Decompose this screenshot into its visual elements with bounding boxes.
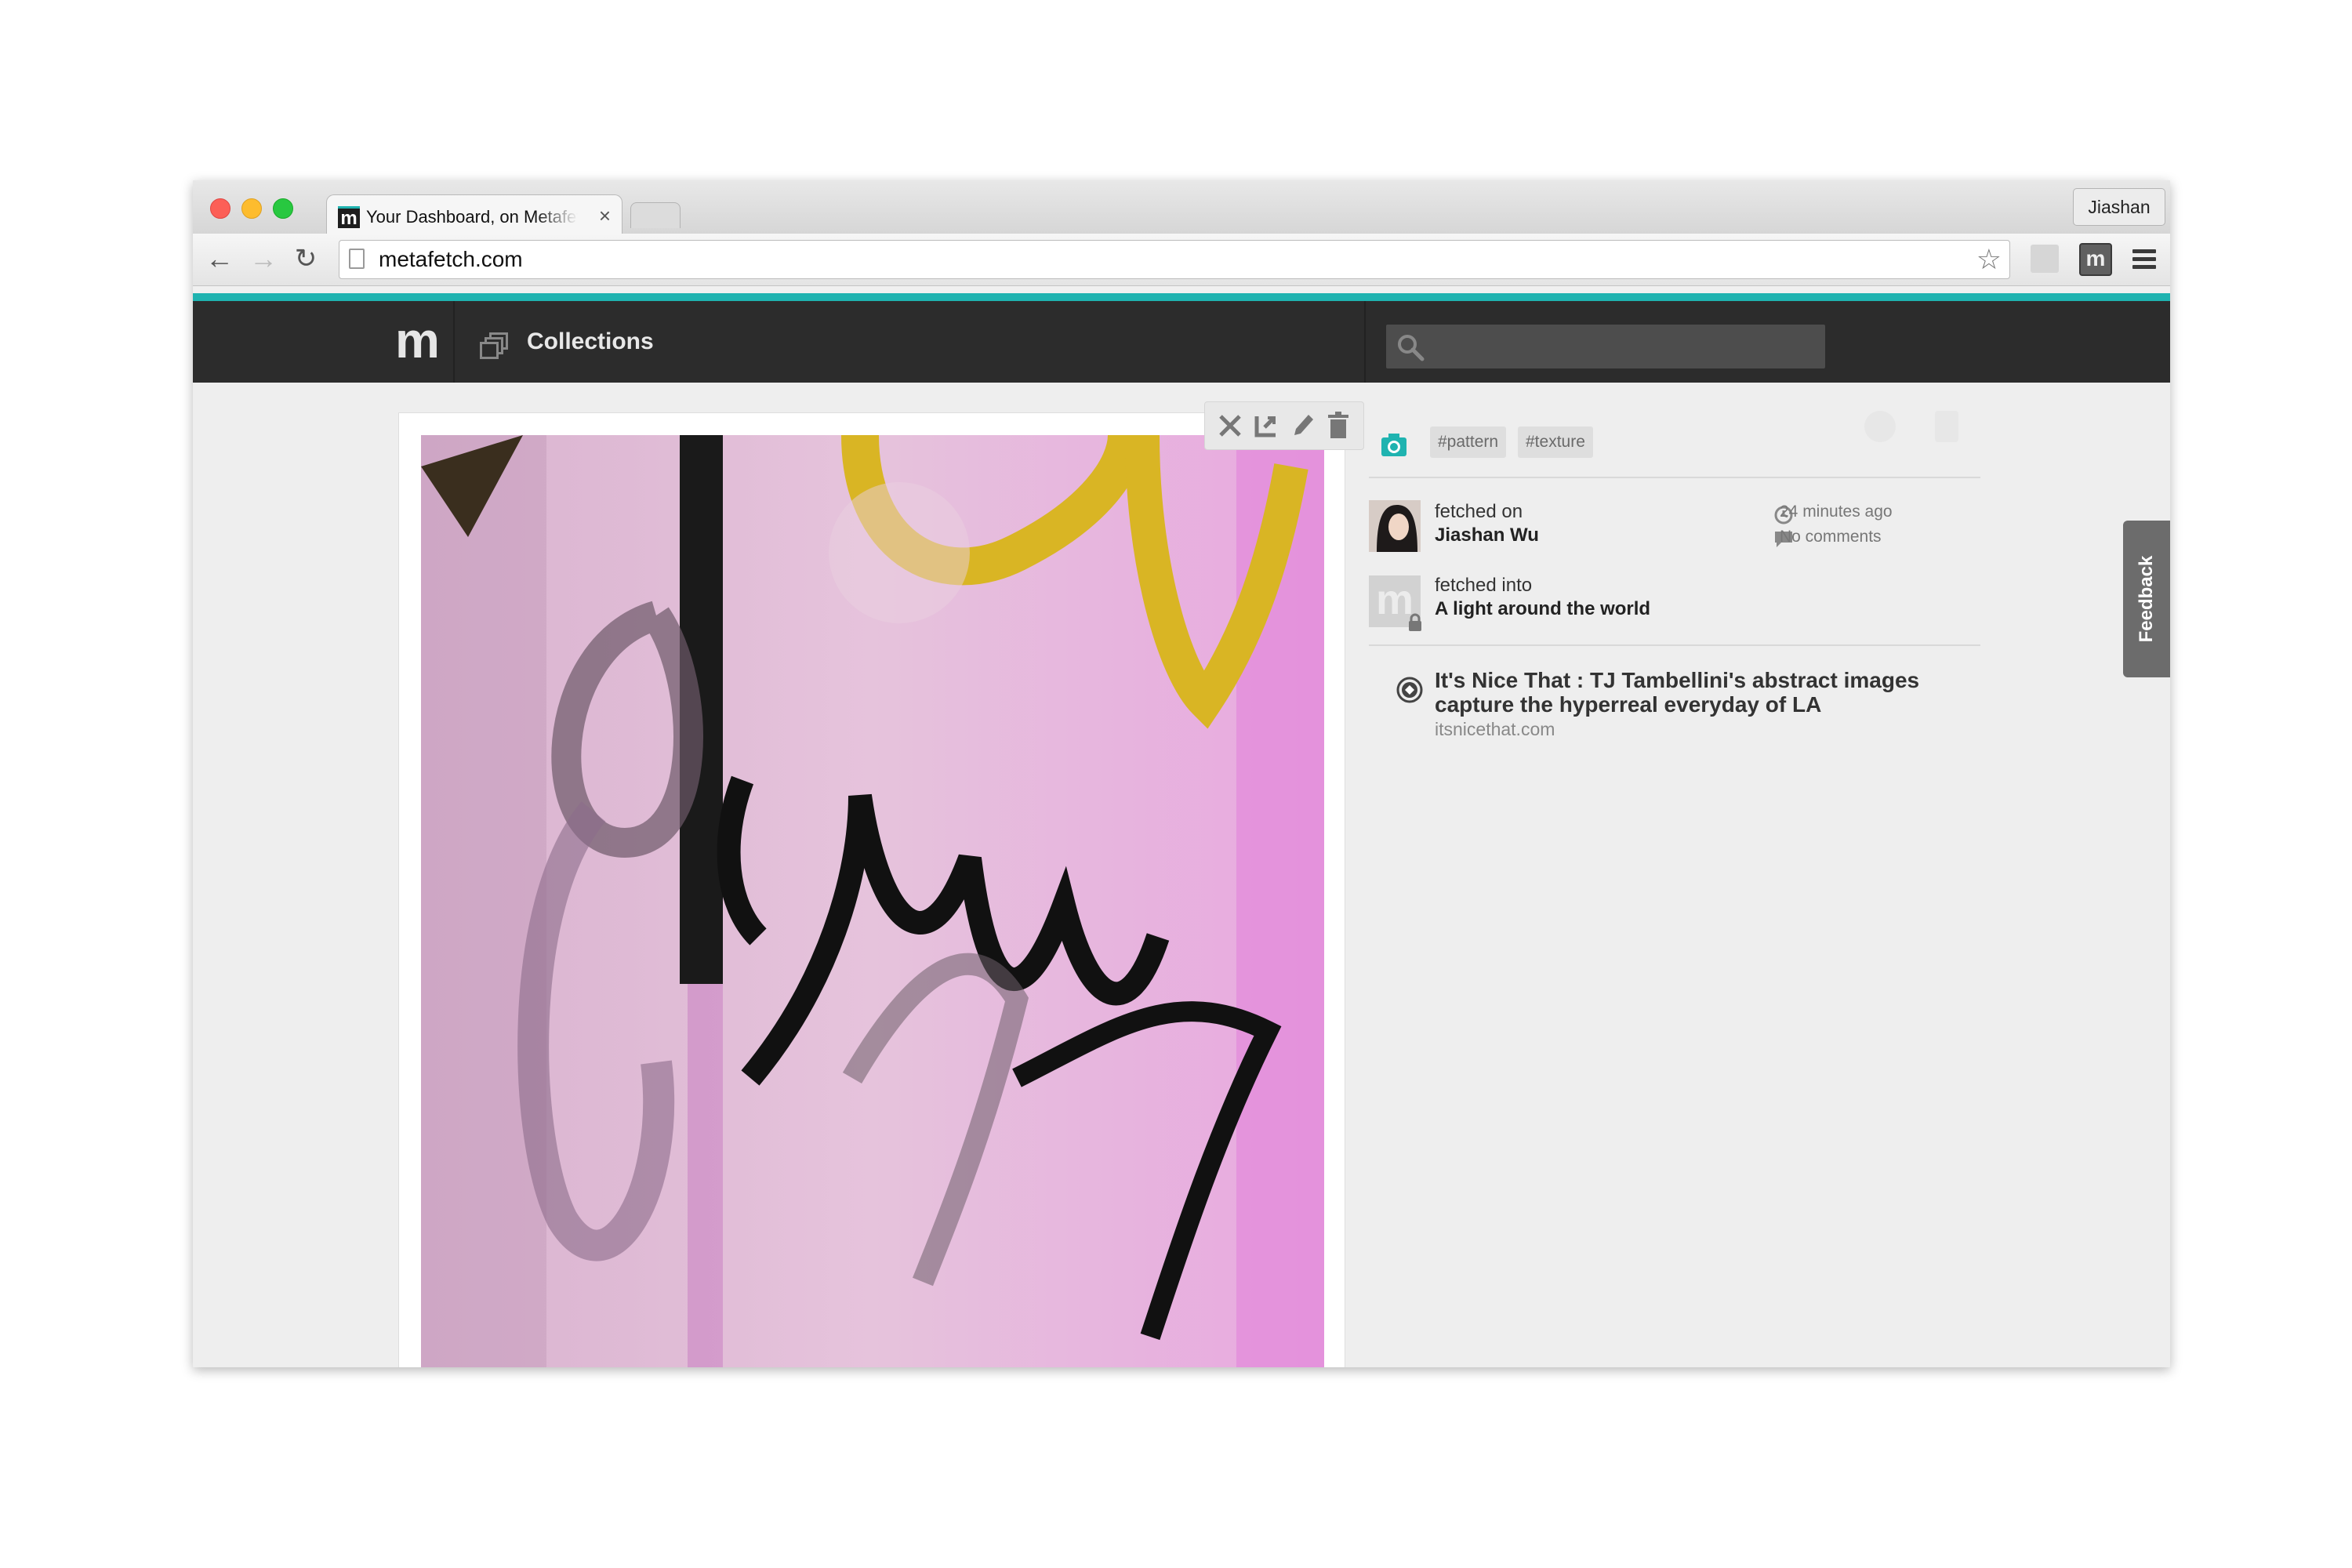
- close-window-button[interactable]: [210, 198, 230, 219]
- source-article-title[interactable]: It's Nice That : TJ Tambellini's abstrac…: [1435, 668, 1984, 717]
- edit-pencil-icon[interactable]: [1287, 410, 1318, 441]
- source-site-icon: [1396, 677, 1423, 703]
- header-divider: [453, 301, 455, 383]
- camera-icon: [1381, 434, 1406, 456]
- minimize-window-button[interactable]: [241, 198, 262, 219]
- profile-button[interactable]: Jiashan: [2073, 188, 2165, 226]
- search-icon: [1398, 335, 1425, 361]
- tab-close-icon[interactable]: ×: [599, 205, 611, 227]
- image-card: [398, 412, 1345, 1367]
- comment-count[interactable]: No comments: [1780, 527, 1882, 547]
- feedback-tab[interactable]: Feedback: [2123, 521, 2170, 677]
- tag-texture[interactable]: #texture: [1518, 426, 1593, 458]
- private-lock-icon: [1409, 613, 1421, 631]
- new-tab-button[interactable]: [630, 202, 681, 228]
- metafetch-logo[interactable]: m: [395, 312, 440, 368]
- tab-title: Your Dashboard, on Metafetch: [366, 207, 578, 227]
- browser-window: m Your Dashboard, on Metafetch × Jiashan…: [193, 180, 2170, 1367]
- back-arrow-icon[interactable]: ←: [204, 241, 235, 276]
- metafetch-extension-icon[interactable]: m: [2079, 243, 2112, 276]
- collections-label: Collections: [527, 328, 654, 354]
- address-bar[interactable]: metafetch.com ☆: [339, 240, 2010, 279]
- browser-toolbar: ← → ↻ metafetch.com ☆ m: [193, 234, 2170, 286]
- section-divider: [1369, 644, 1980, 646]
- search-input[interactable]: [1386, 325, 1825, 368]
- user-name-link[interactable]: Jiashan Wu: [1435, 524, 1539, 547]
- browser-tab-dashboard[interactable]: m Your Dashboard, on Metafetch ×: [326, 194, 622, 236]
- browser-menu-icon[interactable]: [2132, 249, 2156, 270]
- fetched-on-block: fetched on Jiashan Wu: [1435, 500, 1539, 547]
- forward-arrow-icon[interactable]: →: [248, 241, 279, 276]
- fetched-on-label: fetched on: [1435, 501, 1523, 522]
- metafetch-favicon-icon: m: [338, 206, 360, 229]
- item-detail: #pattern #texture fetched on Jiashan Wu …: [193, 383, 2170, 1367]
- zoom-window-button[interactable]: [273, 198, 293, 219]
- tag-pattern[interactable]: #pattern: [1430, 426, 1507, 458]
- user-avatar[interactable]: [1369, 500, 1421, 552]
- bookmark-star-icon[interactable]: ☆: [1976, 244, 2002, 275]
- unpin-icon[interactable]: [1214, 410, 1246, 441]
- feedback-label: Feedback: [2136, 555, 2157, 643]
- reload-icon[interactable]: ↻: [290, 241, 321, 276]
- refetch-icon[interactable]: [1250, 410, 1282, 441]
- fetched-into-label: fetched into: [1435, 575, 1533, 596]
- header-divider: [1364, 301, 1366, 383]
- collections-icon: [480, 332, 508, 359]
- url-text[interactable]: metafetch.com: [379, 241, 523, 278]
- section-divider: [1369, 477, 1980, 478]
- accent-bar: [193, 293, 2170, 301]
- fetched-image[interactable]: [421, 435, 1324, 1367]
- item-action-bar: [1204, 401, 1364, 450]
- settings-gear-icon[interactable]: [1864, 411, 1896, 442]
- collection-name-link[interactable]: A light around the world: [1435, 597, 1650, 621]
- page-icon: [349, 249, 365, 269]
- site-header: m Collections: [193, 301, 2170, 383]
- fetched-into-block: fetched into A light around the world: [1435, 574, 1650, 621]
- privacy-lock-icon[interactable]: [1935, 411, 1958, 442]
- trash-icon[interactable]: [1323, 410, 1354, 441]
- tab-strip: m Your Dashboard, on Metafetch × Jiashan: [193, 180, 2170, 236]
- time-ago: 24 minutes ago: [1780, 503, 1893, 521]
- extension-icon[interactable]: [2031, 245, 2059, 273]
- source-domain[interactable]: itsnicethat.com: [1435, 718, 1555, 740]
